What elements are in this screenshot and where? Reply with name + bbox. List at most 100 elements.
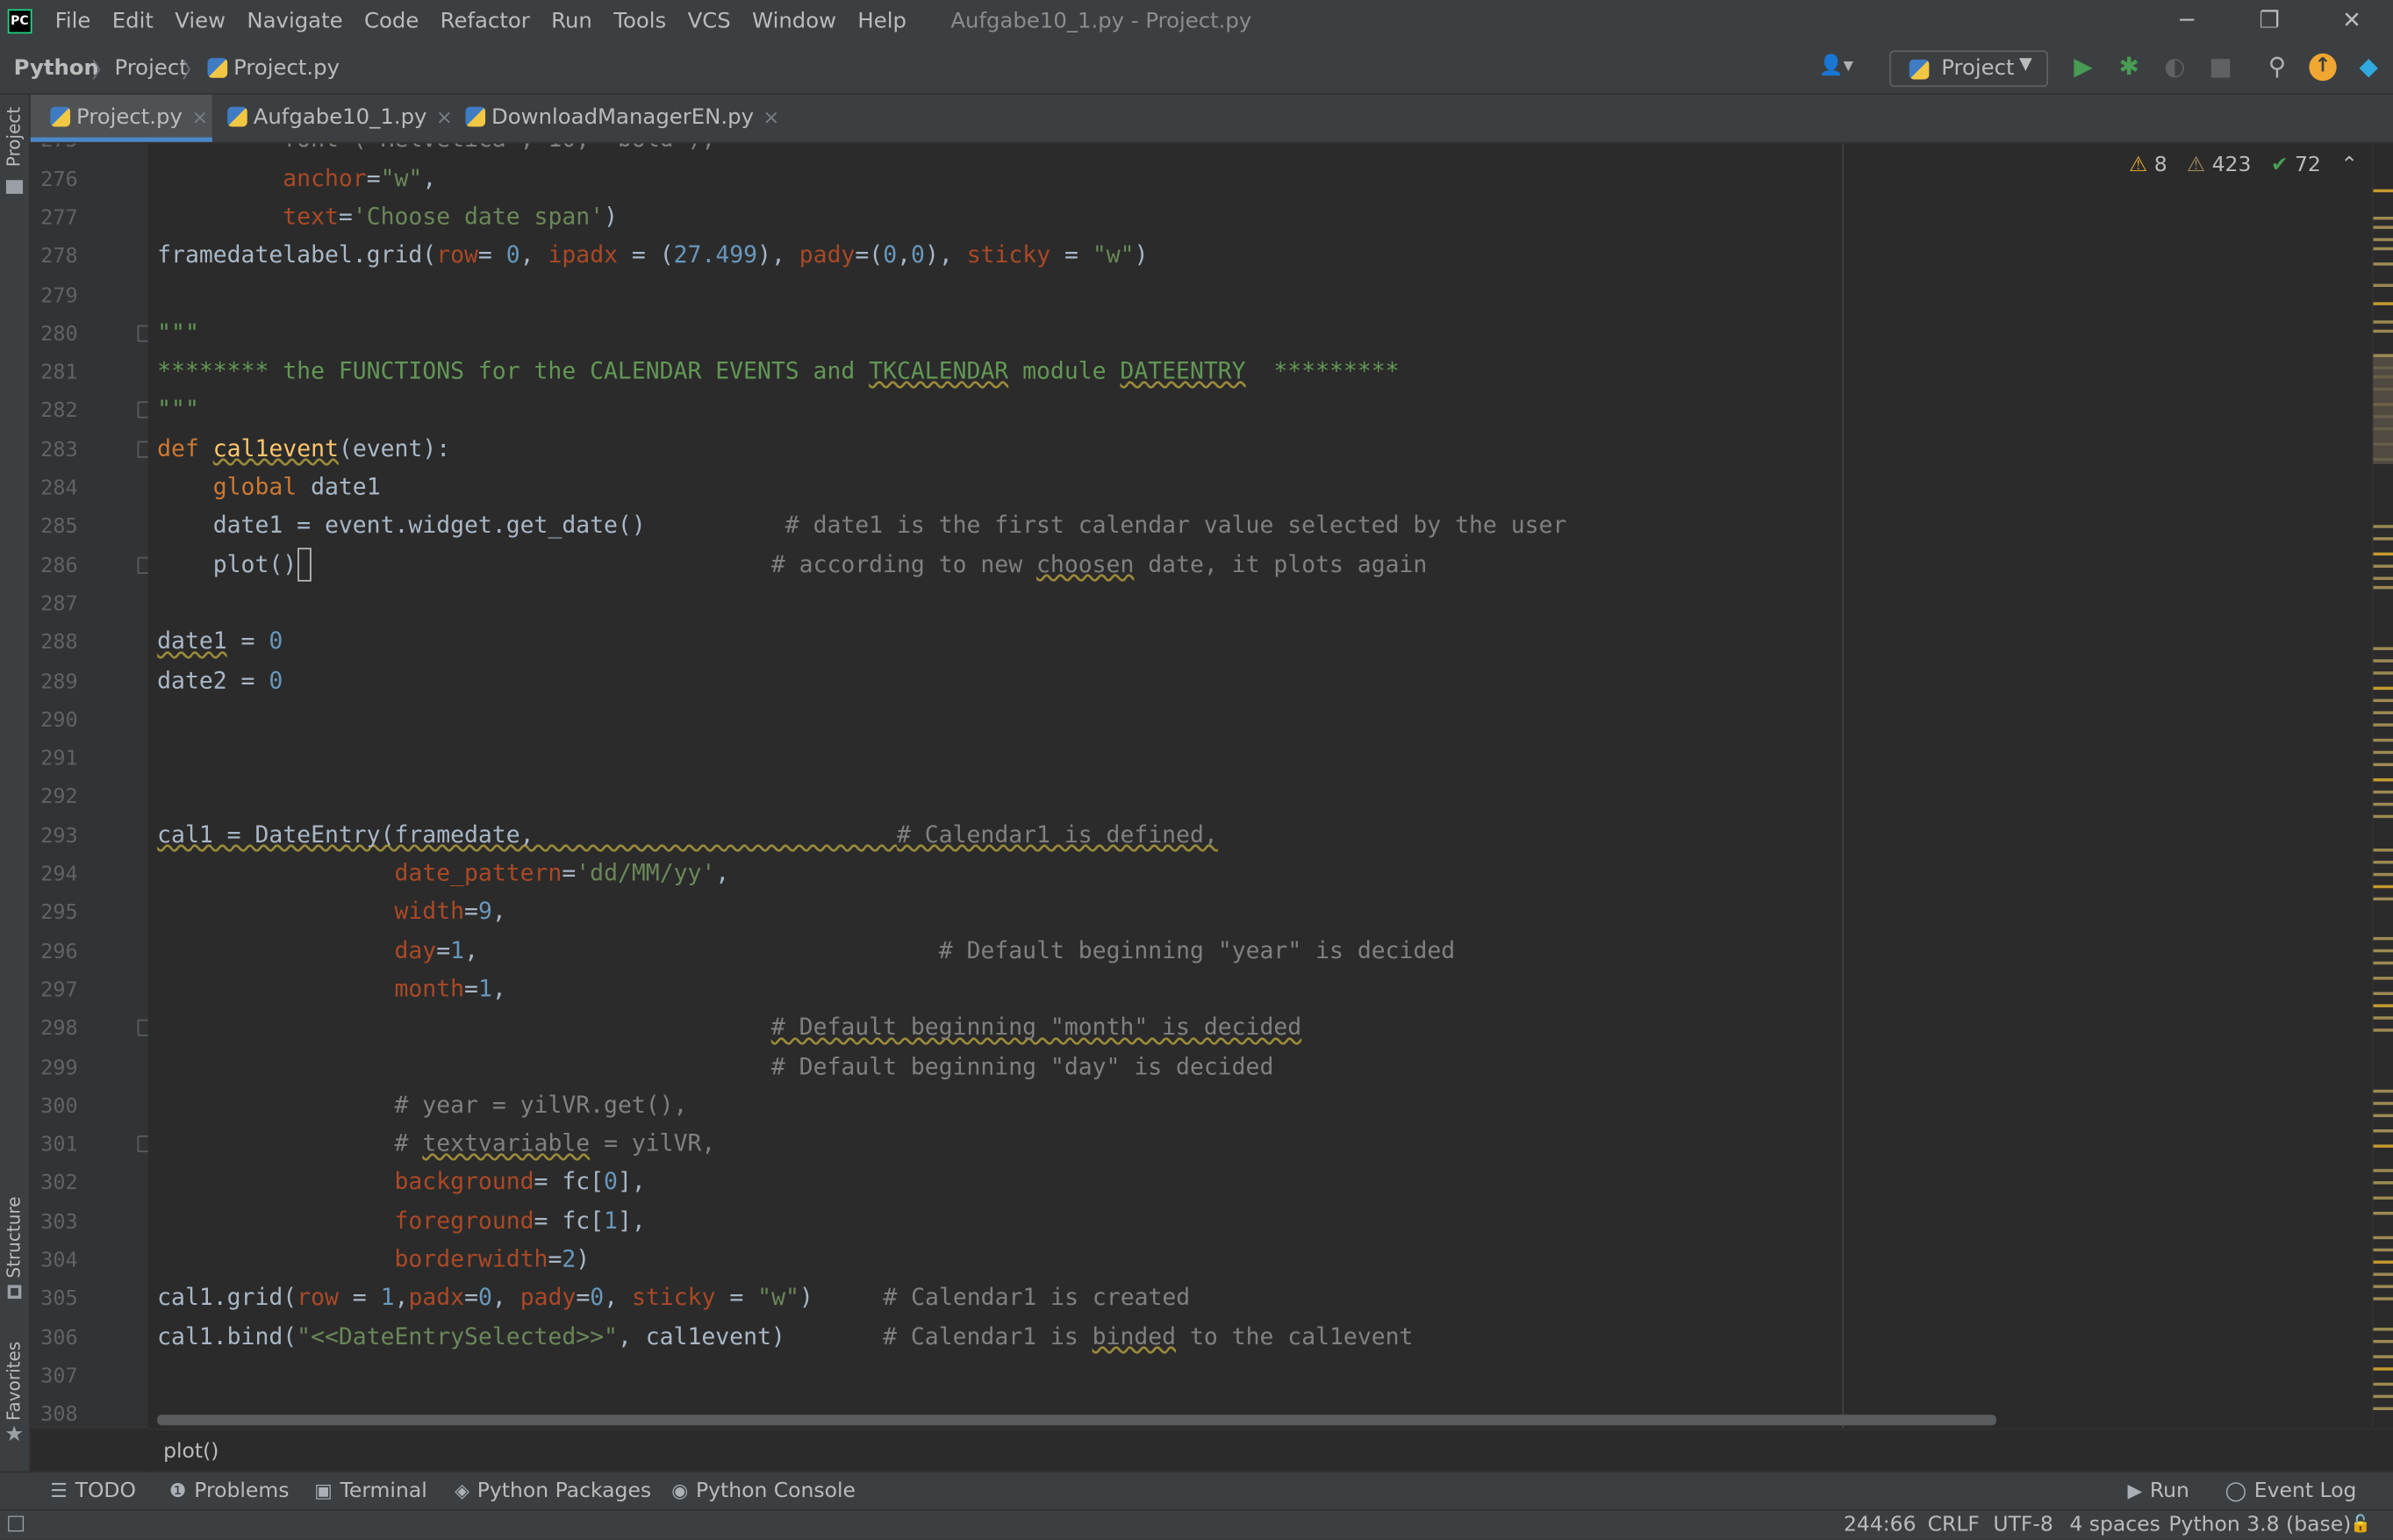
code-line[interactable]: day=1, # Default beginning "year" is dec… <box>157 932 1456 970</box>
error-stripe-marker[interactable] <box>2373 329 2393 333</box>
fold-marker-icon[interactable] <box>137 556 148 574</box>
error-stripe-marker[interactable] <box>2373 1285 2393 1288</box>
lock-icon[interactable]: 🔓 <box>2350 1514 2371 1534</box>
error-stripe-marker[interactable] <box>2373 1355 2393 1358</box>
stop-icon[interactable]: ■ <box>2207 53 2234 81</box>
error-stripe-marker[interactable] <box>2373 320 2393 324</box>
menu-edit[interactable]: Edit <box>112 9 154 33</box>
code-line[interactable]: date1 = 0 <box>157 623 283 661</box>
previous-highlight-icon[interactable]: ⌃ <box>2340 153 2358 177</box>
error-stripe-marker[interactable] <box>2373 1328 2393 1331</box>
error-stripe-marker[interactable] <box>2373 647 2393 650</box>
error-stripe-marker[interactable] <box>2373 885 2393 889</box>
code-line[interactable]: anchor="w", <box>157 160 436 197</box>
inspections-widget[interactable]: ⚠ 8 ⚠ 423 ✔ 72 ⌃ ⌄ <box>2129 153 2393 177</box>
code-line[interactable]: date_pattern='dd/MM/yy', <box>157 855 730 892</box>
error-stripe-marker[interactable] <box>2373 1114 2393 1118</box>
error-stripe-marker[interactable] <box>2373 671 2393 675</box>
toggle-tool-windows-icon[interactable]: □ <box>6 1511 25 1536</box>
error-stripe-marker[interactable] <box>2373 763 2393 767</box>
code-line[interactable]: date2 = 0 <box>157 662 283 699</box>
user-account-icon[interactable]: 👤▾ <box>1813 54 1859 81</box>
menu-navigate[interactable]: Navigate <box>247 9 342 33</box>
tool-terminal[interactable]: ▣ Terminal <box>314 1479 426 1503</box>
error-stripe-marker[interactable] <box>2373 860 2393 864</box>
error-stripe-marker[interactable] <box>2373 659 2393 663</box>
error-stripe-marker[interactable] <box>2373 247 2393 251</box>
coverage-icon[interactable]: ◐ <box>2161 53 2189 81</box>
code-editor[interactable]: font=('Helvetica', 10, 'bold'), anchor="… <box>148 143 2372 1428</box>
error-stripe-marker[interactable] <box>2373 1236 2393 1240</box>
search-icon[interactable]: ⚲ <box>2263 53 2290 81</box>
error-stripe-marker[interactable] <box>2373 848 2393 852</box>
error-stripe-marker[interactable] <box>2373 1367 2393 1371</box>
error-stripe-marker[interactable] <box>2373 1004 2393 1007</box>
fold-marker-icon[interactable] <box>137 1020 148 1037</box>
error-stripe-marker[interactable] <box>2373 961 2393 965</box>
code-line[interactable]: """ <box>157 314 199 352</box>
error-stripe-marker[interactable] <box>2373 1394 2393 1399</box>
code-line[interactable]: plot() # according to new choosen date, … <box>157 546 1428 584</box>
file-encoding[interactable]: UTF-8 <box>1993 1513 2053 1537</box>
run-icon[interactable]: ▶ <box>2069 53 2096 81</box>
code-line[interactable]: date1 = event.widget.get_date() # date1 … <box>157 507 1567 545</box>
error-stripe-marker[interactable] <box>2373 1089 2393 1093</box>
code-line[interactable]: cal1 = DateEntry(framedate, # Calendar1 … <box>157 816 1218 854</box>
code-line[interactable]: font=('Helvetica', 10, 'bold'), <box>157 143 715 158</box>
fold-marker-icon[interactable] <box>137 325 148 342</box>
error-stripe-marker[interactable] <box>2373 1196 2393 1200</box>
fold-marker-icon[interactable] <box>137 1135 148 1153</box>
tool-problems[interactable]: ❶ Problems <box>169 1479 289 1503</box>
error-stripe-marker[interactable] <box>2373 302 2393 305</box>
code-line[interactable]: # textvariable = yilVR, <box>157 1125 716 1163</box>
fold-marker-icon[interactable] <box>137 441 148 458</box>
run-configuration-dropdown[interactable]: Project ▼ <box>1889 50 2049 88</box>
error-stripe-marker[interactable] <box>2373 1407 2393 1411</box>
error-stripe-marker[interactable] <box>2373 738 2393 742</box>
code-line[interactable]: """ <box>157 391 199 429</box>
error-stripe[interactable] <box>2371 143 2393 1429</box>
tool-run[interactable]: ▶ Run <box>2127 1479 2189 1503</box>
code-line[interactable]: width=9, <box>157 893 506 931</box>
menu-tools[interactable]: Tools <box>613 9 666 33</box>
close-tab-icon[interactable]: × <box>191 107 208 130</box>
menu-code[interactable]: Code <box>364 9 419 33</box>
line-separator[interactable]: CRLF <box>1928 1513 1980 1537</box>
error-stripe-marker[interactable] <box>2373 992 2393 995</box>
error-stripe-marker[interactable] <box>2373 226 2393 229</box>
code-line[interactable]: framedatelabel.grid(row= 0, ipadx = (27.… <box>157 237 1148 275</box>
code-with-me-icon[interactable]: ◆ <box>2355 53 2382 81</box>
menu-vcs[interactable]: VCS <box>688 9 731 33</box>
error-stripe-marker[interactable] <box>2373 1181 2393 1185</box>
error-stripe-marker[interactable] <box>2373 1272 2393 1276</box>
error-stripe-marker[interactable] <box>2373 802 2393 806</box>
code-line[interactable]: cal1.grid(row = 1,padx=0, pady=0, sticky… <box>157 1279 1190 1317</box>
breadcrumb-project[interactable]: Project <box>114 56 187 81</box>
error-stripe-marker[interactable] <box>2373 814 2393 819</box>
tool-event-log[interactable]: ◯ Event Log <box>2225 1479 2357 1503</box>
favorites-tool-tab[interactable]: Favorites <box>3 1342 24 1421</box>
menu-refactor[interactable]: Refactor <box>441 9 530 33</box>
code-line[interactable]: cal1.bind("<<DateEntrySelected>>", cal1e… <box>157 1318 1413 1356</box>
error-stripe-marker[interactable] <box>2373 1129 2393 1133</box>
error-stripe-marker[interactable] <box>2373 552 2393 556</box>
error-stripe-marker[interactable] <box>2373 750 2393 755</box>
menu-run[interactable]: Run <box>551 9 592 33</box>
code-line[interactable]: # Default beginning "day" is decided <box>157 1048 1273 1085</box>
breadcrumb-function[interactable]: plot() <box>163 1439 219 1464</box>
error-stripe-marker[interactable] <box>2373 564 2393 568</box>
error-stripe-marker[interactable] <box>2373 936 2393 941</box>
tab-aufgabe10-1-py[interactable]: Aufgabe10_1.py × <box>227 95 453 142</box>
debug-icon[interactable]: ✱ <box>2116 53 2143 81</box>
code-line[interactable]: def cal1event(event): <box>157 430 450 468</box>
error-stripe-marker[interactable] <box>2373 897 2393 901</box>
menu-window[interactable]: Window <box>752 9 836 33</box>
project-tool-tab[interactable]: Project <box>3 107 24 167</box>
code-line[interactable]: text='Choose date span') <box>157 198 618 236</box>
error-stripe-marker[interactable] <box>2373 1211 2393 1215</box>
tab-downloadmanageren-py[interactable]: DownloadManagerEN.py × <box>465 95 779 142</box>
close-tab-icon[interactable]: × <box>763 107 779 130</box>
error-stripe-marker[interactable] <box>2373 537 2393 541</box>
tool-python-packages[interactable]: ◈ Python Packages <box>455 1479 651 1503</box>
code-line[interactable]: # Default beginning "month" is decided <box>157 1009 1301 1047</box>
